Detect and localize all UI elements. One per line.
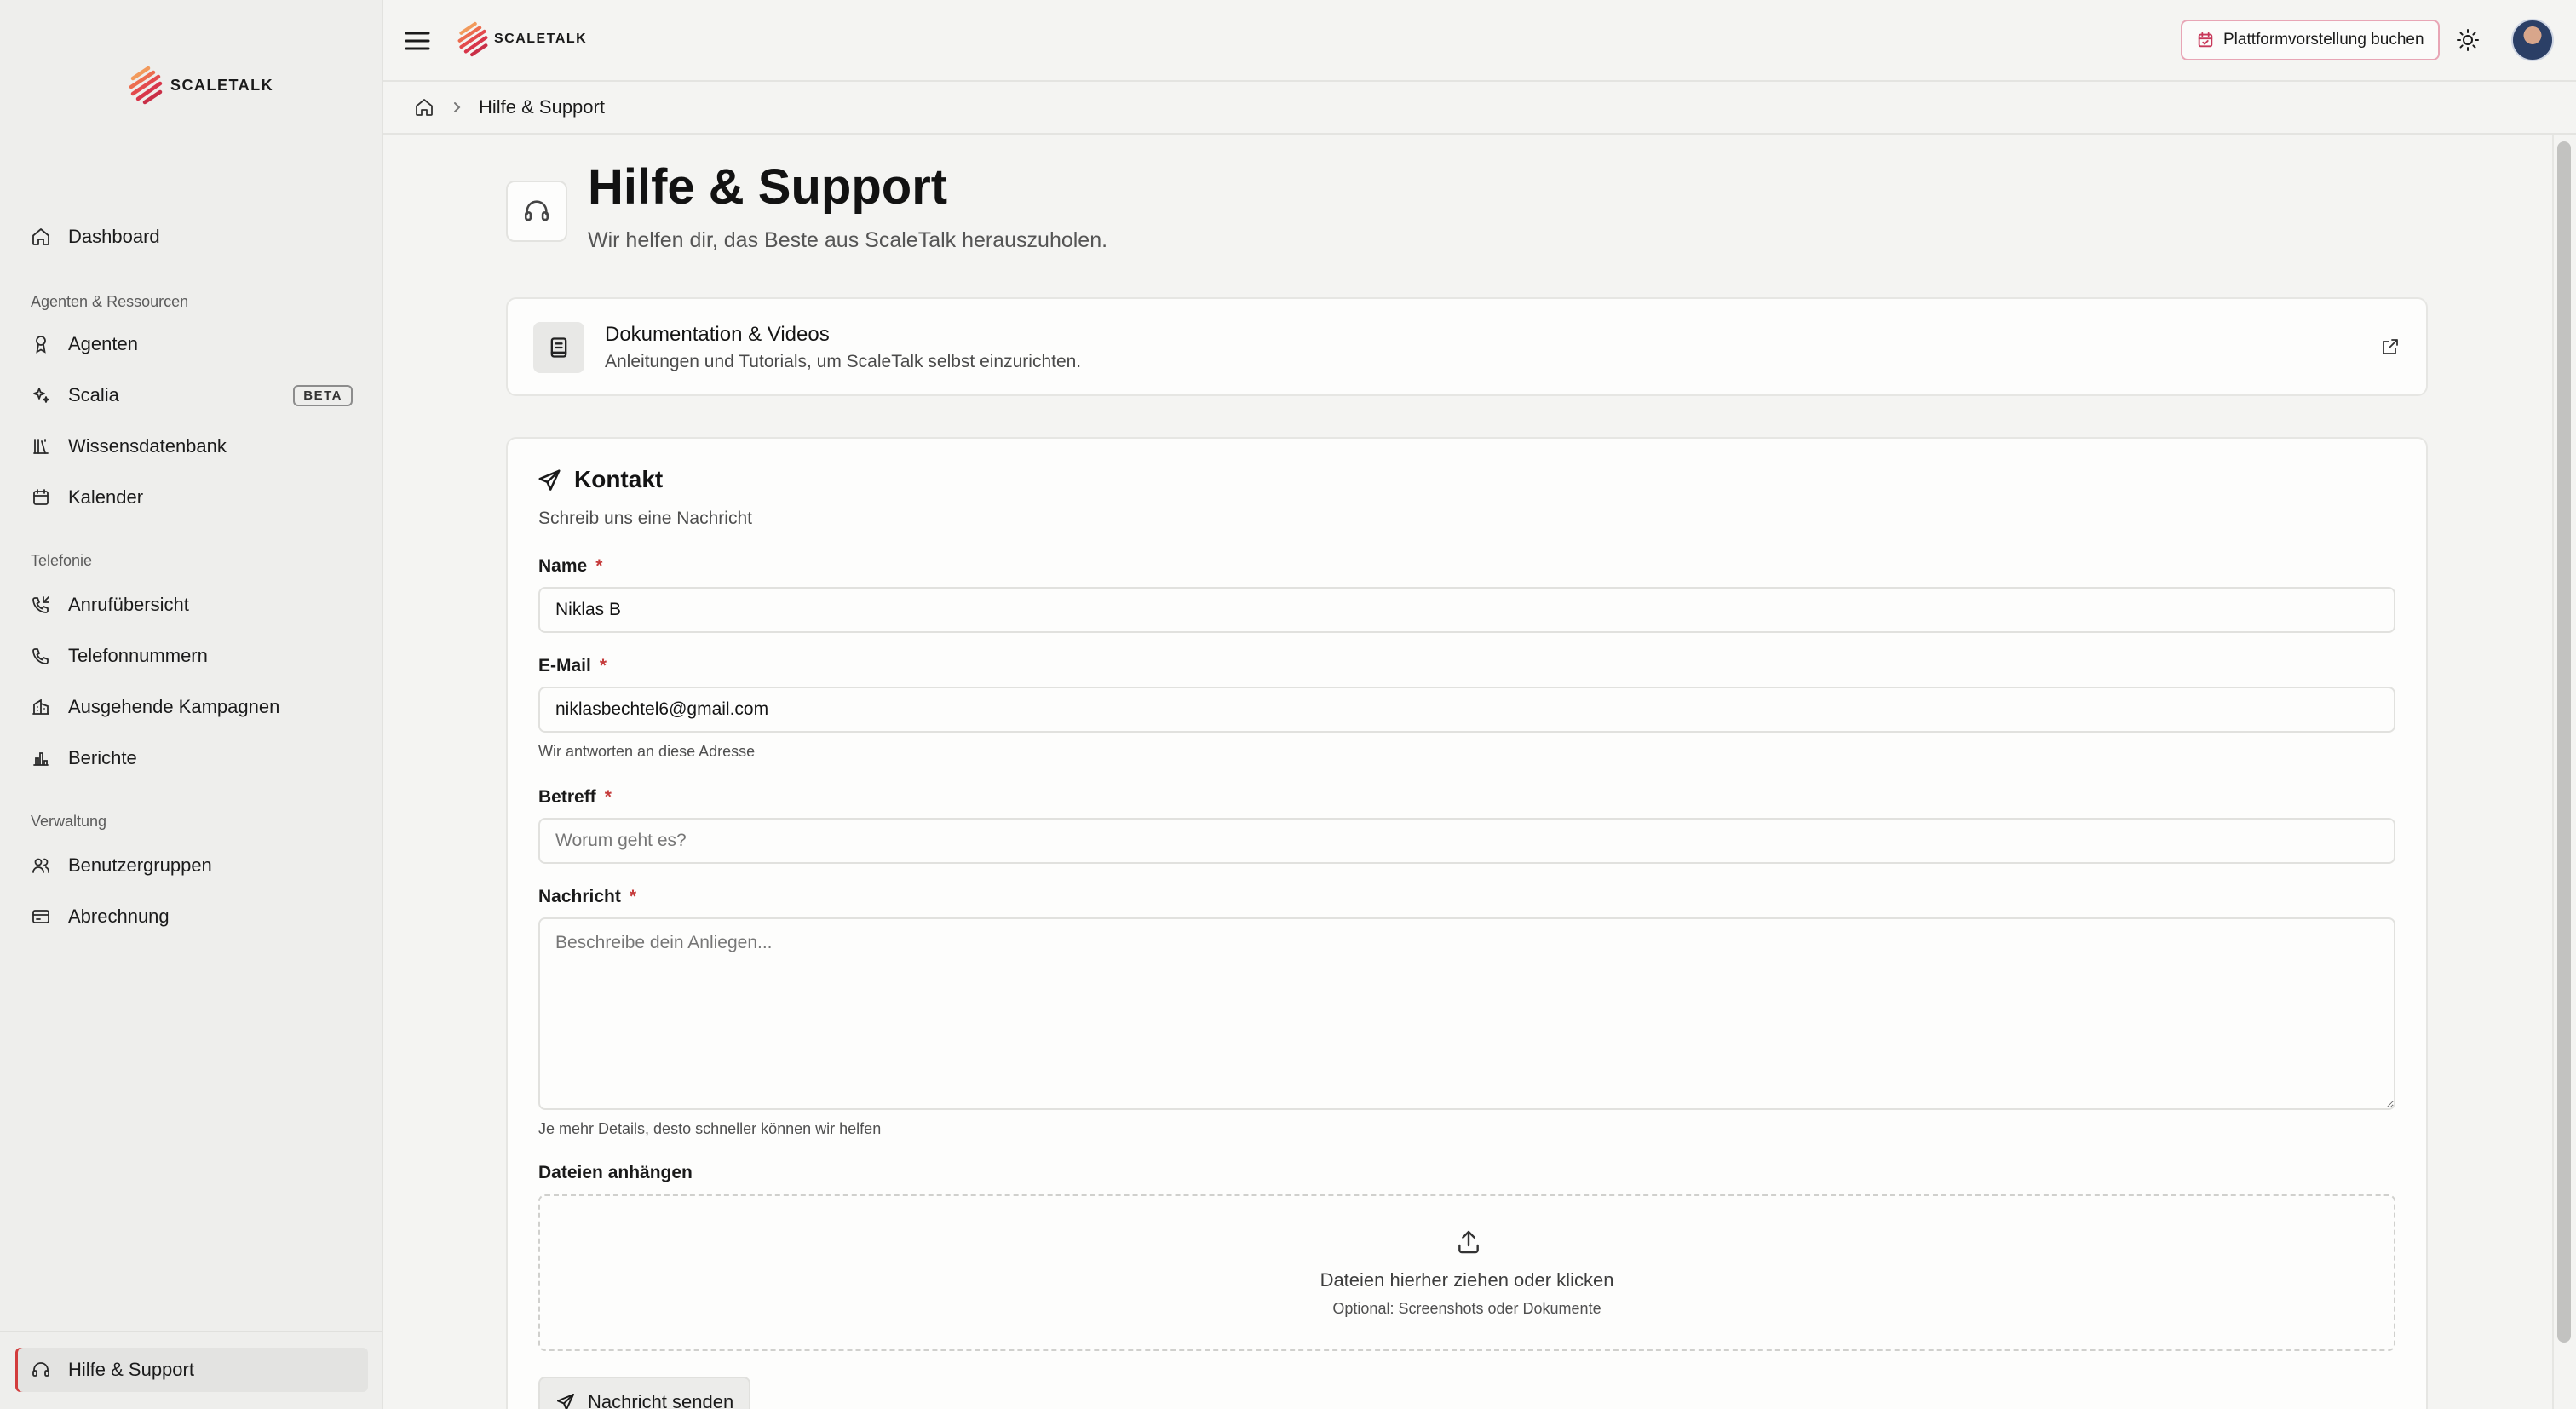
sidebar-item-label: Ausgehende Kampagnen	[68, 696, 280, 717]
message-field[interactable]	[538, 917, 2395, 1110]
phone-icon	[32, 648, 49, 664]
sparkles-icon	[33, 388, 49, 403]
documentation-card[interactable]: Dokumentation & Videos Anleitungen und T…	[506, 297, 2428, 396]
logo-wordmark: SCALETALK	[170, 76, 274, 94]
required-mark: *	[599, 656, 607, 676]
book-demo-button[interactable]: Plattformvorstellung buchen	[2181, 20, 2440, 60]
sidebar-item-label: Berichte	[68, 747, 137, 768]
bot-icon	[36, 336, 46, 354]
sidebar-item-wissensdatenbank[interactable]: Wissensdatenbank	[15, 424, 368, 469]
sidebar-group-verwaltung: Verwaltung	[31, 813, 107, 830]
sidebar-item-label: Abrechnung	[68, 906, 170, 927]
page-title: Hilfe & Support	[588, 159, 948, 215]
send-icon	[557, 1394, 574, 1409]
dropzone-text: Dateien hierher ziehen oder klicken	[1320, 1269, 1614, 1291]
sidebar-group-telefonie: Telefonie	[31, 552, 93, 569]
beta-badge: BETA	[293, 385, 353, 406]
top-bar: SCALETALK Plattformvorstellung buchen	[383, 0, 2576, 82]
sidebar-item-anrufuebersicht[interactable]: Anrufübersicht	[15, 583, 368, 627]
send-message-button[interactable]: Nachricht senden	[538, 1377, 751, 1409]
required-mark: *	[604, 787, 612, 807]
subject-field[interactable]	[538, 818, 2395, 864]
sidebar-item-label: Scalia	[68, 384, 119, 405]
scaletalk-logo-icon	[457, 21, 488, 57]
chevron-right-icon	[454, 102, 461, 112]
sidebar-item-label: Wissensdatenbank	[68, 435, 227, 457]
headset-icon	[524, 200, 549, 221]
logo-wordmark: SCALETALK	[494, 32, 588, 46]
sidebar-item-label: Agenten	[68, 333, 138, 354]
required-mark: *	[629, 887, 637, 906]
attachments-label: Dateien anhängen	[538, 1163, 693, 1182]
docs-icon-box	[533, 322, 584, 373]
contact-subtitle: Schreib uns eine Nachricht	[538, 509, 752, 528]
page-subtitle: Wir helfen dir, das Beste aus ScaleTalk …	[588, 228, 1108, 252]
headset-icon	[32, 1362, 49, 1377]
file-dropzone[interactable]: Dateien hierher ziehen oder klicken Opti…	[538, 1194, 2395, 1351]
library-icon	[33, 439, 49, 454]
sidebar: SCALETALK Dashboard Agenten & Ressourcen…	[0, 0, 383, 1409]
sidebar-item-abrechnung[interactable]: Abrechnung	[15, 894, 368, 939]
subject-label: Betreff *	[538, 787, 612, 807]
user-avatar[interactable]	[2511, 19, 2554, 61]
contact-card: Kontakt Schreib uns eine Nachricht Name *…	[506, 437, 2428, 1409]
sidebar-item-label: Telefonnummern	[68, 645, 208, 666]
name-label: Name *	[538, 556, 603, 576]
bar-chart-icon	[33, 752, 49, 766]
docs-title: Dokumentation & Videos	[605, 323, 830, 346]
sun-icon[interactable]	[2455, 27, 2481, 53]
sidebar-item-agenten[interactable]: Agenten	[15, 322, 368, 366]
breadcrumb-current: Hilfe & Support	[479, 96, 605, 118]
menu-icon[interactable]	[402, 26, 433, 56]
sidebar-item-benutzergruppen[interactable]: Benutzergruppen	[15, 843, 368, 888]
scaletalk-logo-icon	[129, 66, 163, 105]
message-help-text: Je mehr Details, desto schneller können …	[538, 1120, 882, 1137]
building-icon	[32, 699, 49, 715]
send-message-label: Nachricht senden	[588, 1391, 734, 1409]
sidebar-item-scalia[interactable]: Scalia BETA	[15, 373, 368, 417]
docs-subtitle: Anleitungen und Tutorials, um ScaleTalk …	[605, 352, 1082, 371]
home-icon[interactable]	[414, 97, 434, 118]
sidebar-item-label: Kalender	[68, 486, 144, 508]
sidebar-item-dashboard[interactable]: Dashboard	[15, 215, 368, 259]
upload-icon	[1458, 1230, 1479, 1254]
email-field[interactable]	[538, 687, 2395, 733]
breadcrumb: Hilfe & Support	[383, 82, 2576, 135]
phone-incoming-icon	[32, 596, 49, 613]
email-label: E-Mail *	[538, 656, 607, 676]
send-icon	[538, 469, 561, 491]
home-icon	[32, 228, 49, 245]
email-help-text: Wir antworten an diese Adresse	[538, 743, 756, 760]
name-field[interactable]	[538, 587, 2395, 633]
sidebar-item-label: Dashboard	[68, 226, 160, 247]
contact-title: Kontakt	[574, 466, 664, 492]
sidebar-item-kalender[interactable]: Kalender	[15, 475, 368, 520]
sidebar-item-telefonnummern[interactable]: Telefonnummern	[15, 634, 368, 678]
page-icon	[506, 181, 567, 242]
users-icon	[32, 858, 49, 873]
sidebar-logo[interactable]: SCALETALK	[128, 65, 273, 106]
sidebar-divider	[0, 1331, 382, 1332]
credit-card-icon	[32, 910, 49, 923]
sidebar-item-label: Benutzergruppen	[68, 854, 212, 876]
sidebar-item-label: Anrufübersicht	[68, 594, 189, 615]
dropzone-hint: Optional: Screenshots oder Dokumente	[1332, 1300, 1601, 1317]
sidebar-item-berichte[interactable]: Berichte	[15, 736, 368, 780]
calendar-icon	[33, 489, 49, 505]
message-label: Nachricht *	[538, 887, 637, 906]
external-link-icon[interactable]	[2380, 336, 2401, 357]
required-mark: *	[595, 556, 603, 576]
top-logo[interactable]: SCALETALK	[457, 20, 587, 58]
sidebar-item-hilfe-support[interactable]: Hilfe & Support	[15, 1348, 368, 1392]
sidebar-group-agents: Agenten & Ressourcen	[31, 293, 189, 310]
sidebar-item-ausgehende-kampagnen[interactable]: Ausgehende Kampagnen	[15, 685, 368, 729]
calendar-check-icon	[2198, 32, 2213, 48]
sidebar-item-label: Hilfe & Support	[68, 1359, 194, 1380]
book-icon	[550, 337, 567, 358]
scrollbar-thumb[interactable]	[2557, 141, 2571, 1343]
book-demo-label: Plattformvorstellung buchen	[2223, 31, 2424, 49]
